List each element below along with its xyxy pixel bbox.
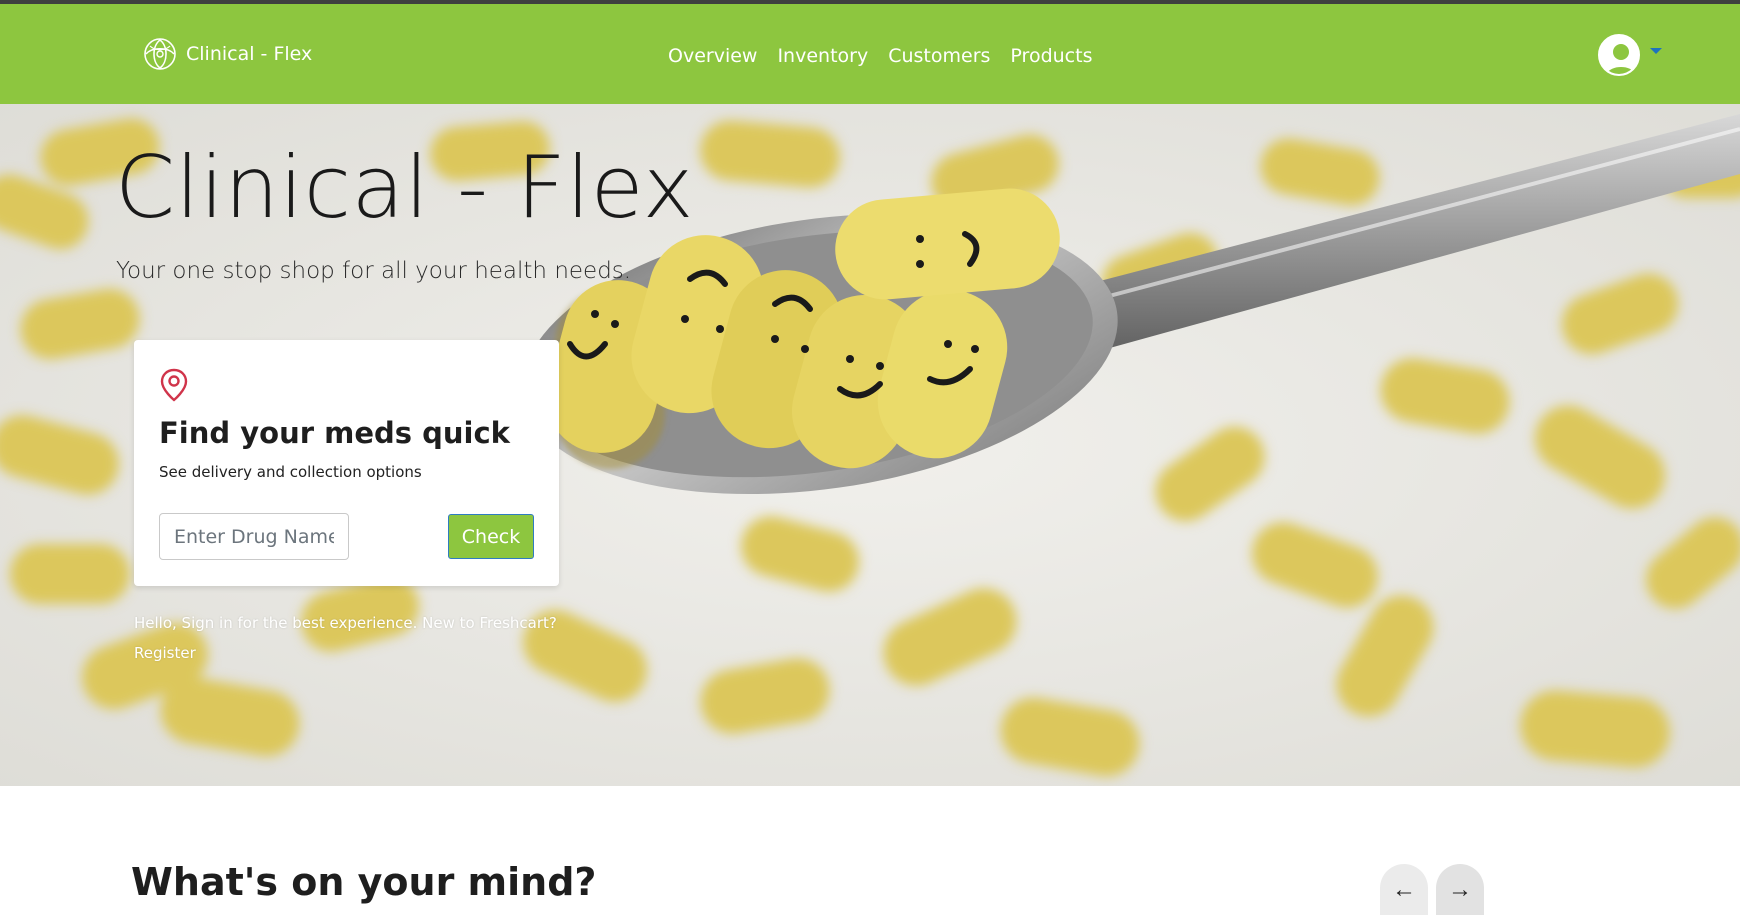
location-pin-icon xyxy=(160,368,188,402)
hero-banner: Clinical - Flex Your one stop shop for a… xyxy=(0,104,1740,786)
user-menu[interactable] xyxy=(1598,34,1662,76)
drug-name-input[interactable] xyxy=(159,513,349,560)
register-link[interactable]: Register xyxy=(134,644,196,662)
logo-icon xyxy=(144,38,176,70)
arrow-left-icon: ← xyxy=(1392,876,1416,903)
carousel-prev-button[interactable]: ← xyxy=(1380,864,1428,915)
user-avatar-icon[interactable] xyxy=(1598,34,1640,76)
card-title: Find your meds quick xyxy=(159,416,510,450)
navbar: Clinical - Flex Overview Inventory Custo… xyxy=(0,4,1740,104)
main-nav: Overview Inventory Customers Products xyxy=(668,42,1112,70)
caret-down-icon[interactable] xyxy=(1650,48,1662,54)
carousel-next-button[interactable]: → xyxy=(1436,864,1484,915)
signin-prompt[interactable]: Hello, Sign in for the best experience. … xyxy=(134,614,557,632)
nav-products[interactable]: Products xyxy=(1010,42,1092,70)
card-description: See delivery and collection options xyxy=(159,463,422,481)
brand-name: Clinical - Flex xyxy=(186,43,313,65)
check-button[interactable]: Check xyxy=(448,514,534,559)
section-title: What's on your mind? xyxy=(131,860,597,904)
brand-link[interactable]: Clinical - Flex xyxy=(140,34,312,74)
hero-subtitle: Your one stop shop for all your health n… xyxy=(116,258,632,284)
hero-title: Clinical - Flex xyxy=(115,138,694,238)
nav-inventory[interactable]: Inventory xyxy=(777,42,868,70)
arrow-right-icon: → xyxy=(1448,876,1472,903)
nav-overview[interactable]: Overview xyxy=(668,42,757,70)
nav-customers[interactable]: Customers xyxy=(888,42,990,70)
find-meds-card: Find your meds quick See delivery and co… xyxy=(134,340,559,586)
